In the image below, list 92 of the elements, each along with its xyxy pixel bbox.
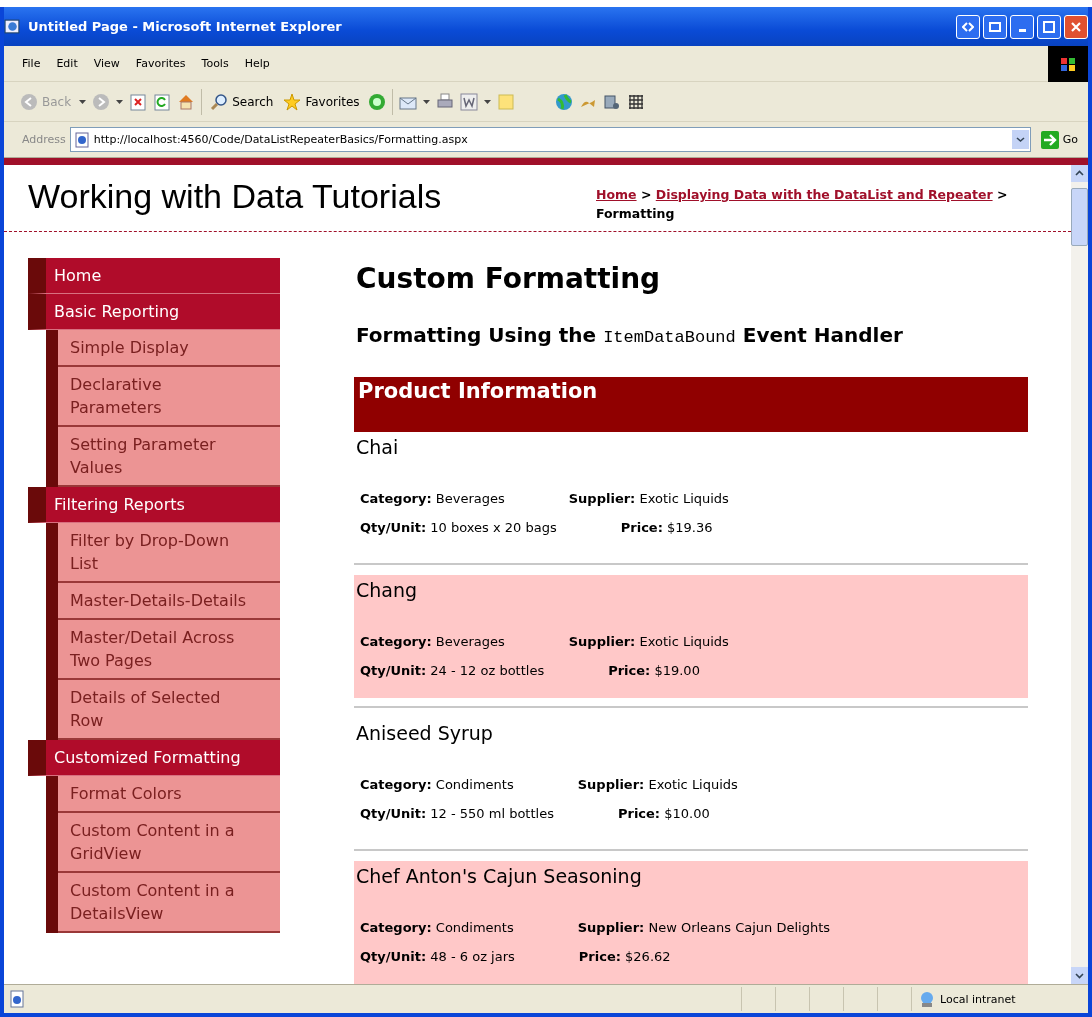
caret-icon[interactable]	[116, 99, 124, 104]
edit-icon[interactable]	[459, 92, 478, 111]
product-name: Aniseed Syrup	[356, 721, 494, 745]
browser-icon	[4, 18, 21, 35]
breadcrumb-separator: >	[640, 187, 652, 202]
sidebar-section[interactable]: Customized Formatting	[28, 740, 280, 776]
product-name: Chang	[356, 578, 419, 602]
menu-item[interactable]: View	[93, 57, 120, 70]
code-icon	[962, 20, 974, 33]
page-icon	[8, 990, 26, 1008]
scroll-down-icon[interactable]	[1071, 967, 1088, 984]
caret-icon[interactable]	[79, 99, 87, 104]
maximize-icon	[1043, 20, 1055, 33]
menu-item[interactable]: Favorites	[135, 57, 186, 70]
globe-icon[interactable]	[554, 92, 573, 111]
product-field: Category: Condiments	[360, 920, 514, 935]
sidebar-item[interactable]: Filter by Drop-Down List	[58, 523, 280, 583]
grid-icon[interactable]	[626, 92, 645, 111]
maximize-button[interactable]	[1037, 14, 1061, 39]
scroll-up-icon[interactable]	[1071, 165, 1088, 182]
close-icon	[1070, 20, 1082, 33]
product-field: Qty/Unit: 24 - 12 oz bottles	[360, 663, 545, 678]
menu-item[interactable]: Edit	[56, 57, 78, 70]
arrow-icon	[1040, 130, 1059, 149]
product-field: Price: $19.00	[608, 663, 700, 678]
sidebar-section[interactable]: Home	[28, 258, 280, 294]
sidebar-section[interactable]: Basic Reporting	[28, 294, 280, 330]
menu-item[interactable]: File	[22, 57, 41, 70]
go-button[interactable]: Go	[1034, 129, 1084, 150]
close-button[interactable]	[1064, 14, 1088, 39]
minimize-button[interactable]	[1010, 14, 1034, 39]
product-name: Chef Anton's Cajun Seasoning	[356, 864, 643, 888]
minimize-icon	[1018, 29, 1026, 32]
scroll-thumb[interactable]	[1071, 188, 1088, 246]
breadcrumb-current: Formatting	[596, 206, 675, 221]
code-view-button[interactable]	[956, 14, 980, 39]
product-field: Price: $10.00	[617, 806, 710, 821]
menu-item[interactable]: Help	[244, 57, 270, 70]
home-icon[interactable]	[177, 92, 196, 111]
product-field: Category: Condiments	[360, 777, 514, 792]
product-field: Supplier: Exotic Liquids	[577, 777, 738, 792]
tools-icon[interactable]	[602, 92, 621, 111]
search-icon	[210, 92, 229, 111]
product-field: Supplier: New Orleans Cajun Delights	[577, 920, 831, 935]
product-name: Chai	[356, 435, 400, 459]
breadcrumb-link[interactable]: Home	[596, 187, 637, 202]
search-button[interactable]: Search	[208, 92, 276, 111]
address-label: Address	[22, 133, 66, 146]
window-title: Untitled Page - Microsoft Internet Explorer	[28, 19, 342, 34]
caret-icon[interactable]	[422, 99, 430, 104]
intranet-icon	[918, 990, 936, 1008]
window-icon	[989, 20, 1001, 33]
sidebar-item[interactable]: Master/Detail Across Two Pages	[58, 620, 280, 680]
print-icon[interactable]	[435, 92, 454, 111]
sidebar-item[interactable]: Setting Parameter Values	[58, 427, 280, 487]
product-field: Qty/Unit: 48 - 6 oz jars	[360, 949, 515, 964]
list-header: Product Information	[354, 377, 1028, 432]
product-field: Price: $26.62	[578, 949, 671, 964]
zone-label: Local intranet	[940, 992, 1016, 1006]
window-button[interactable]	[983, 14, 1007, 39]
stop-icon[interactable]	[129, 92, 148, 111]
sidebar-item[interactable]: Custom Content in a GridView	[58, 813, 280, 873]
sidebar-item[interactable]: Master-Details-Details	[58, 583, 280, 620]
product-field: Supplier: Exotic Liquids	[568, 634, 729, 649]
sidebar-item[interactable]: Custom Content in a DetailsView	[58, 873, 280, 933]
site-title: Working with Data Tutorials	[28, 176, 443, 216]
section-heading: Formatting Using the ItemDataBound Event Handler	[356, 322, 904, 349]
product-field: Category: Beverages	[360, 491, 505, 506]
page-icon	[73, 131, 90, 148]
breadcrumb-link[interactable]: Displaying Data with the DataList and Repeater	[655, 187, 993, 202]
product-field: Qty/Unit: 12 - 550 ml bottles	[360, 806, 554, 821]
back-icon	[20, 92, 38, 111]
windows-logo-icon	[1048, 45, 1088, 82]
product-field: Category: Beverages	[360, 634, 505, 649]
favorites-button[interactable]: Favorites	[281, 92, 362, 111]
media-icon[interactable]	[367, 92, 386, 111]
product-field: Supplier: Exotic Liquids	[568, 491, 729, 506]
sidebar-section[interactable]: Filtering Reports	[28, 487, 280, 523]
product-field: Price: $19.36	[620, 520, 713, 535]
product-field: Qty/Unit: 10 boxes x 20 bags	[360, 520, 557, 535]
breadcrumb-separator: >	[996, 187, 1008, 202]
sidebar-item[interactable]: Declarative Parameters	[58, 367, 280, 427]
caret-icon[interactable]	[483, 99, 491, 104]
star-icon	[283, 92, 302, 111]
scrollbar[interactable]	[1071, 165, 1088, 984]
page-title: Custom Formatting	[356, 262, 662, 296]
refresh-icon[interactable]	[153, 92, 172, 111]
menu-item[interactable]: Tools	[201, 57, 229, 70]
address-field[interactable]: http://localhost:4560/Code/DataListRepeaterBasics/Formatting.aspx	[69, 127, 1031, 152]
sidebar-item[interactable]: Simple Display	[58, 330, 280, 367]
sidebar-item[interactable]: Details of Selected Row	[58, 680, 280, 740]
sidebar-item[interactable]: Format Colors	[58, 776, 280, 813]
